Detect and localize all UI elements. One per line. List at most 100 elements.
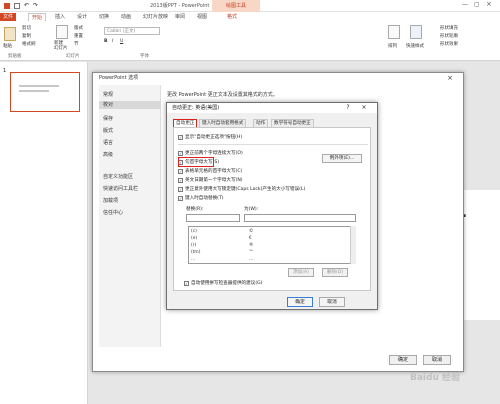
close-icon[interactable]: ×	[486, 0, 492, 8]
add-button[interactable]: 添加(A)	[288, 268, 314, 277]
checkbox[interactable]: ✓	[178, 135, 183, 140]
nav-item-advanced[interactable]: 高级	[103, 151, 113, 158]
checkbox-label: 显示"自动更正选项"按钮(H)	[185, 135, 243, 140]
correct-two-initial-capitals-option[interactable]: ✓ 更正前两个字母连续大写(O)	[178, 150, 243, 157]
italic-button[interactable]: I	[112, 39, 113, 44]
nav-item-quick-access-toolbar[interactable]: 快速访问工具栏	[103, 185, 138, 192]
tab-animations[interactable]: 动画	[118, 13, 134, 21]
nav-item-proofing[interactable]: 校对	[99, 101, 161, 109]
slide-thumbnail[interactable]	[10, 72, 80, 112]
tab-review[interactable]: 审阅	[172, 13, 188, 21]
checkbox[interactable]: ✓	[178, 187, 183, 192]
replace-text-as-you-type-option[interactable]: ✓ 键入时自动替换(T)	[178, 195, 224, 202]
show-autocorrect-buttons-option[interactable]: ✓ 显示"自动更正选项"按钮(H)	[178, 134, 242, 141]
options-dialog-title: PowerPoint 选项	[99, 75, 139, 81]
undo-icon[interactable]: ↶	[24, 3, 30, 9]
checkbox-label: 键入时自动替换(T)	[185, 196, 224, 201]
arrange-button[interactable]: 排列	[388, 43, 397, 49]
tab-insert[interactable]: 插入	[52, 13, 68, 21]
shape-effects-button[interactable]: 形状效果	[440, 41, 458, 47]
list-replace-cell: (tm)	[191, 250, 201, 255]
tab-transitions[interactable]: 切换	[96, 13, 112, 21]
checkbox[interactable]: ✓	[178, 151, 183, 156]
checkbox[interactable]: ✓	[184, 281, 189, 286]
autocorrect-close-icon[interactable]: ×	[358, 104, 370, 112]
slides-group-label: 幻灯片	[66, 54, 80, 59]
tab-actions[interactable]: 动作	[253, 119, 269, 127]
tab-slideshow[interactable]: 幻灯片放映	[140, 13, 171, 21]
tab-home[interactable]: 开始	[28, 13, 47, 21]
paste-icon[interactable]	[4, 27, 16, 41]
replacement-list[interactable]: (c) © (e) € (r) ® (tm) ™ ... …	[188, 226, 356, 264]
checkbox[interactable]: ✓	[178, 178, 183, 183]
underline-button[interactable]: U	[120, 39, 123, 44]
exceptions-button[interactable]: 例外项(E)...	[322, 154, 362, 163]
list-with-cell: …	[249, 257, 254, 262]
checkbox-label: 英文日期第一个字母大写(N)	[185, 178, 243, 183]
shape-outline-button[interactable]: 形状轮廓	[440, 33, 458, 39]
redo-icon[interactable]: ↷	[33, 3, 39, 9]
nav-item-general[interactable]: 常规	[103, 91, 113, 98]
new-slide-icon[interactable]	[56, 25, 68, 39]
options-cancel-button[interactable]: 取消	[423, 355, 451, 365]
section-button[interactable]: 节	[74, 41, 79, 47]
options-ok-button[interactable]: 确定	[389, 355, 417, 365]
checkbox-label: 更正意外使用大写锁定键(Caps Lock)产生的大小写错误(L)	[185, 187, 306, 192]
options-header-text: 更改 PowerPoint 更正文本及设置其格式的方式。	[167, 92, 278, 98]
font-name-select[interactable]: Calibri (正文)	[104, 27, 160, 35]
new-slide-button[interactable]: 新建 幻灯片	[54, 41, 68, 51]
capitalize-day-names-option[interactable]: ✓ 英文日期第一个字母大写(N)	[178, 177, 243, 184]
quick-styles-icon[interactable]	[410, 25, 422, 39]
correct-caps-lock-option[interactable]: ✓ 更正意外使用大写锁定键(Caps Lock)产生的大小写错误(L)	[178, 186, 305, 193]
capitalize-table-cells-option[interactable]: ✓ 表格单元格的首字母大写(C)	[178, 168, 242, 175]
save-icon[interactable]	[14, 3, 20, 9]
help-icon[interactable]: ?	[343, 104, 353, 112]
with-input[interactable]	[244, 214, 356, 222]
auto-use-spelling-suggestions-option[interactable]: ✓ 自动使用拼写检查器提供的建议(G)	[184, 280, 262, 287]
nav-item-layout[interactable]: 版式	[103, 127, 113, 134]
tab-format[interactable]: 格式	[224, 13, 240, 21]
list-scrollbar[interactable]	[350, 226, 356, 264]
layout-button[interactable]: 版式	[74, 25, 83, 31]
autocorrect-ok-button[interactable]: 确定	[287, 297, 313, 307]
nav-item-customize-ribbon[interactable]: 自定义功能区	[103, 173, 133, 180]
nav-item-save[interactable]: 保存	[103, 115, 113, 122]
tab-view[interactable]: 视图	[194, 13, 210, 21]
checkbox[interactable]: ✓	[178, 196, 183, 201]
replace-input[interactable]	[186, 214, 240, 222]
drawing-tools-context: 绘图工具	[212, 0, 260, 12]
shape-fill-button[interactable]: 形状填充	[440, 25, 458, 31]
delete-button[interactable]: 删除(D)	[322, 268, 348, 277]
maximize-icon[interactable]: ▢	[474, 1, 480, 8]
minimize-icon[interactable]: —	[462, 1, 468, 8]
tab-design[interactable]: 设计	[74, 13, 90, 21]
list-replace-cell: (r)	[191, 243, 197, 248]
autocorrect-cancel-button[interactable]: 取消	[319, 297, 345, 307]
tab-autocorrect[interactable]: 自动更正	[173, 119, 198, 127]
nav-item-addins[interactable]: 加载项	[103, 197, 118, 204]
checkbox-label: 更正前两个字母连续大写(O)	[185, 151, 243, 156]
checkbox-label: 表格单元格的首字母大写(C)	[185, 169, 243, 174]
reset-button[interactable]: 重置	[74, 33, 83, 39]
quick-styles-button[interactable]: 快速样式	[406, 43, 424, 49]
nav-item-language[interactable]: 语言	[103, 139, 113, 146]
paste-button[interactable]: 粘贴	[3, 43, 12, 49]
watermark: Baidu 经验	[410, 373, 461, 383]
list-with-cell: ®	[249, 243, 254, 248]
nav-item-trust-center[interactable]: 信任中心	[103, 209, 123, 216]
bold-button[interactable]: B	[104, 39, 107, 44]
tab-file[interactable]: 文件	[0, 13, 17, 21]
options-close-icon[interactable]: ×	[443, 74, 457, 82]
ribbon: 粘贴 剪切 复制 格式刷 剪贴板 新建 幻灯片 版式 重置 节 幻灯片 Cali…	[0, 21, 500, 61]
tab-math-autocorrect[interactable]: 数学符号自动更正	[271, 119, 314, 127]
list-replace-cell: (e)	[191, 236, 198, 241]
checkbox-label: 自动使用拼写检查器提供的建议(G)	[191, 281, 263, 286]
cut-button[interactable]: 剪切	[22, 25, 31, 31]
format-painter-button[interactable]: 格式刷	[22, 41, 36, 47]
checkbox[interactable]: ✓	[178, 169, 183, 174]
arrange-icon[interactable]	[388, 25, 400, 39]
tab-autoformat-as-you-type[interactable]: 键入时自动套用格式	[199, 119, 247, 127]
copy-button[interactable]: 复制	[22, 33, 31, 39]
thumb-text-line	[19, 90, 49, 92]
list-with-cell: ™	[249, 250, 254, 255]
